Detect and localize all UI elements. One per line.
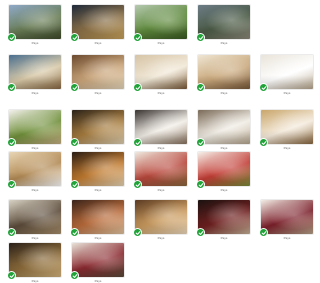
photo-thumbnail[interactable] (9, 152, 61, 186)
photo-image (261, 110, 313, 144)
photo-thumbnail[interactable] (9, 110, 61, 144)
photo-image (9, 243, 61, 277)
photo-caption: Pays (94, 188, 102, 192)
photo-thumbnail[interactable] (9, 5, 61, 39)
photo-caption: Pays (94, 236, 102, 240)
photo-caption: Pays (220, 91, 228, 95)
photo-caption: Pays (283, 236, 291, 240)
photo-image (72, 243, 124, 277)
photo-image (261, 200, 313, 234)
photo-image (72, 55, 124, 89)
photo-thumbnail[interactable] (198, 55, 250, 89)
photo-image (261, 55, 313, 89)
photo-caption: Pays (31, 41, 39, 45)
photo-caption: Pays (157, 236, 165, 240)
photo-image (198, 110, 250, 144)
photo-thumbnail[interactable] (9, 243, 61, 277)
photo-thumbnail[interactable] (72, 110, 124, 144)
photo-thumbnail[interactable] (198, 200, 250, 234)
photo-image (198, 200, 250, 234)
photo-image (9, 5, 61, 39)
photo-thumbnail[interactable] (72, 243, 124, 277)
photo-image (198, 5, 250, 39)
photo-thumbnail[interactable] (135, 5, 187, 39)
photo-thumbnail[interactable] (72, 200, 124, 234)
photo-image (9, 55, 61, 89)
photo-caption: Pays (220, 41, 228, 45)
photo-thumbnail[interactable] (198, 152, 250, 186)
photo-thumbnail[interactable] (135, 152, 187, 186)
photo-caption: Pays (94, 91, 102, 95)
photo-caption: Pays (31, 188, 39, 192)
photo-thumbnail[interactable] (261, 55, 313, 89)
photo-image (72, 152, 124, 186)
photo-image (9, 152, 61, 186)
photo-image (9, 200, 61, 234)
photo-image (135, 152, 187, 186)
photo-thumbnail[interactable] (135, 55, 187, 89)
photo-thumbnail[interactable] (72, 152, 124, 186)
photo-thumbnail[interactable] (135, 110, 187, 144)
photo-image (198, 55, 250, 89)
photo-caption: Pays (94, 279, 102, 283)
photo-thumbnail[interactable] (72, 55, 124, 89)
photo-caption: Pays (31, 279, 39, 283)
photo-image (135, 110, 187, 144)
photo-image (72, 5, 124, 39)
photo-caption: Pays (94, 41, 102, 45)
photo-caption: Pays (31, 91, 39, 95)
photo-thumbnail[interactable] (261, 110, 313, 144)
photo-caption: Pays (157, 146, 165, 150)
photo-image (135, 55, 187, 89)
photo-image (135, 200, 187, 234)
photo-caption: Pays (31, 236, 39, 240)
photo-image (72, 110, 124, 144)
photo-thumbnail[interactable] (72, 5, 124, 39)
photo-thumbnail[interactable] (261, 200, 313, 234)
photo-caption: Pays (157, 188, 165, 192)
photo-caption: Pays (283, 91, 291, 95)
photo-image (72, 200, 124, 234)
photo-thumbnail[interactable] (9, 200, 61, 234)
photo-caption: Pays (94, 146, 102, 150)
photo-thumbnail[interactable] (9, 55, 61, 89)
photo-image (135, 5, 187, 39)
photo-caption: Pays (220, 146, 228, 150)
photo-caption: Pays (220, 236, 228, 240)
photo-thumbnail[interactable] (198, 5, 250, 39)
photo-caption: Pays (31, 146, 39, 150)
photo-image (198, 152, 250, 186)
photo-caption: Pays (157, 41, 165, 45)
photo-image (9, 110, 61, 144)
photo-caption: Pays (283, 146, 291, 150)
photo-thumbnail[interactable] (198, 110, 250, 144)
photo-gallery-grid: Pays Pays Pays Pays Pays Pays Pays Pays Pays Pays… (0, 0, 313, 283)
photo-thumbnail[interactable] (135, 200, 187, 234)
photo-caption: Pays (220, 188, 228, 192)
photo-caption: Pays (157, 91, 165, 95)
